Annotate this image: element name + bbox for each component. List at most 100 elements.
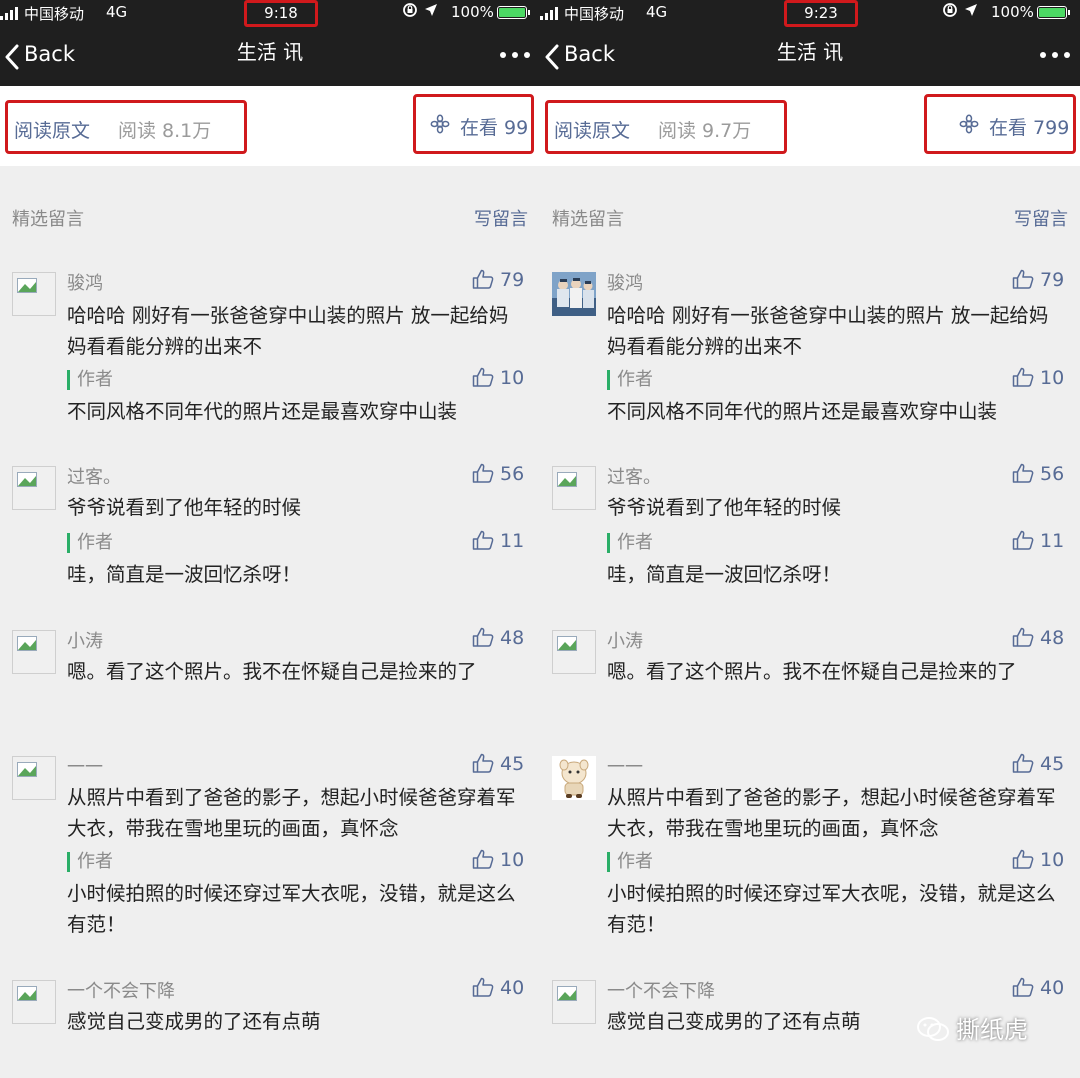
cartoon-character-avatar [552, 756, 596, 800]
screenshot-panel-right: 中国移动 4G 9:23 100% Back 生活 讯 阅读原文 阅读 9.7万… [540, 0, 1080, 1078]
like-count: 56 [1040, 463, 1065, 485]
author-reply-label: 作者 [67, 852, 113, 872]
write-comment-link[interactable]: 写留言 [474, 205, 528, 231]
battery-icon [1037, 6, 1070, 19]
comment-text: 感觉自己变成男的了还有点萌 [67, 1010, 321, 1033]
like-count: 40 [1040, 977, 1065, 999]
thumbs-up-icon [472, 530, 494, 550]
avatar [552, 272, 596, 316]
like-button[interactable]: 45 [1012, 753, 1064, 775]
reply-text: 小时候拍照的时候还穿过军大衣呢，没错，就是这么有范！ [607, 882, 1056, 936]
comment-text: 嗯。看了这个照片。我不在怀疑自己是捡来的了 [607, 660, 1017, 683]
like-count: 56 [500, 463, 525, 485]
more-menu-button[interactable] [498, 42, 534, 66]
commenter-name: 一个不会下降 [607, 981, 715, 1002]
write-comment-link[interactable]: 写留言 [1014, 205, 1068, 231]
reply-like-button[interactable]: 10 [472, 849, 524, 871]
broken-image-icon [17, 472, 37, 487]
thumbs-up-icon [1012, 463, 1034, 483]
reply-text: 小时候拍照的时候还穿过军大衣呢，没错，就是这么有范！ [67, 882, 516, 936]
like-count: 45 [500, 753, 525, 775]
reply-like-button[interactable]: 10 [1012, 367, 1064, 389]
commenter-name: 骏鸿 [67, 273, 103, 294]
rotation-lock-icon [403, 3, 417, 17]
wechat-watermark: 撕纸虎 [916, 1010, 1028, 1045]
like-button[interactable]: 40 [472, 977, 524, 999]
reply-like-count: 10 [500, 849, 525, 871]
like-button[interactable]: 79 [472, 269, 524, 291]
comment-text: 哈哈哈 刚好有一张爸爸穿中山装的照片 放一起给妈妈看看能分辨的出来不 [67, 304, 509, 358]
watching-button[interactable]: 在看 99 [413, 94, 534, 154]
commenter-name: 小涛 [67, 631, 103, 652]
like-button[interactable]: 79 [1012, 269, 1064, 291]
like-button[interactable]: 45 [472, 753, 524, 775]
watching-count: 在看 99 [460, 117, 529, 139]
more-menu-button[interactable] [1038, 42, 1074, 66]
signal-icon [0, 6, 22, 20]
broken-image-icon [17, 278, 37, 293]
read-original-box: 阅读原文 阅读 9.7万 [545, 100, 787, 154]
author-reply-label: 作者 [67, 370, 113, 390]
avatar [12, 272, 56, 316]
reply-like-count: 11 [500, 530, 525, 552]
network-type: 4G [106, 3, 128, 21]
thumbs-up-icon [1012, 367, 1034, 387]
comment-text: 嗯。看了这个照片。我不在怀疑自己是捡来的了 [67, 660, 477, 683]
like-button[interactable]: 40 [1012, 977, 1064, 999]
avatar [12, 466, 56, 510]
top-bar: 中国移动 4G 9:23 100% Back 生活 讯 [540, 0, 1080, 86]
reply-like-button[interactable]: 10 [472, 367, 524, 389]
author-reply-label: 作者 [67, 533, 113, 553]
location-arrow-icon [964, 4, 977, 16]
avatar [12, 980, 56, 1024]
reply-text: 哇，简直是一波回忆杀呀！ [607, 563, 842, 586]
read-count: 阅读 9.7万 [658, 120, 752, 142]
location-lock-icons [402, 2, 439, 22]
comment-text: 哈哈哈 刚好有一张爸爸穿中山装的照片 放一起给妈妈看看能分辨的出来不 [607, 304, 1049, 358]
author-reply-label: 作者 [607, 370, 653, 390]
avatar [12, 630, 56, 674]
featured-comments-heading: 精选留言 [12, 209, 84, 230]
page-title: 生活 讯 [236, 40, 304, 64]
watching-flower-icon [959, 114, 979, 134]
featured-comments-heading: 精选留言 [552, 209, 624, 230]
thumbs-up-icon [472, 367, 494, 387]
read-original-link[interactable]: 阅读原文 [554, 116, 630, 143]
battery-icon [497, 6, 530, 19]
thumbs-up-icon [1012, 753, 1034, 773]
watching-flower-icon [430, 114, 450, 134]
rotation-lock-icon [943, 3, 957, 17]
comment-text: 爷爷说看到了他年轻的时候 [67, 496, 302, 519]
watching-button[interactable]: 在看 799 [924, 94, 1076, 154]
like-button[interactable]: 56 [472, 463, 524, 485]
broken-image-icon [17, 636, 37, 651]
like-button[interactable]: 48 [1012, 627, 1064, 649]
reply-like-button[interactable]: 11 [472, 530, 524, 552]
thumbs-up-icon [472, 977, 494, 997]
watermark-text: 撕纸虎 [956, 1016, 1028, 1044]
top-bar: 中国移动 4G 9:18 100% Back 生活 讯 [0, 0, 540, 86]
avatar [552, 630, 596, 674]
like-button[interactable]: 48 [472, 627, 524, 649]
battery-percent: 100% [451, 3, 494, 21]
broken-image-icon [17, 762, 37, 777]
avatar [552, 756, 596, 800]
back-label: Back [564, 42, 615, 66]
commenter-name: 过客。 [67, 467, 121, 488]
broken-image-icon [557, 472, 577, 487]
comment-text: 爷爷说看到了他年轻的时候 [607, 496, 842, 519]
reply-like-button[interactable]: 11 [1012, 530, 1064, 552]
status-bar: 中国移动 4G 9:18 100% [0, 0, 540, 27]
watching-count: 在看 799 [989, 117, 1070, 139]
status-time: 9:18 [244, 0, 318, 27]
avatar [552, 466, 596, 510]
location-lock-icons [942, 2, 979, 22]
author-reply-label: 作者 [607, 533, 653, 553]
read-original-link[interactable]: 阅读原文 [14, 116, 90, 143]
avatar [552, 980, 596, 1024]
commenter-name: 小涛 [607, 631, 643, 652]
like-button[interactable]: 56 [1012, 463, 1064, 485]
reply-like-button[interactable]: 10 [1012, 849, 1064, 871]
thumbs-up-icon [1012, 849, 1034, 869]
soldiers-photo-avatar [552, 272, 596, 316]
